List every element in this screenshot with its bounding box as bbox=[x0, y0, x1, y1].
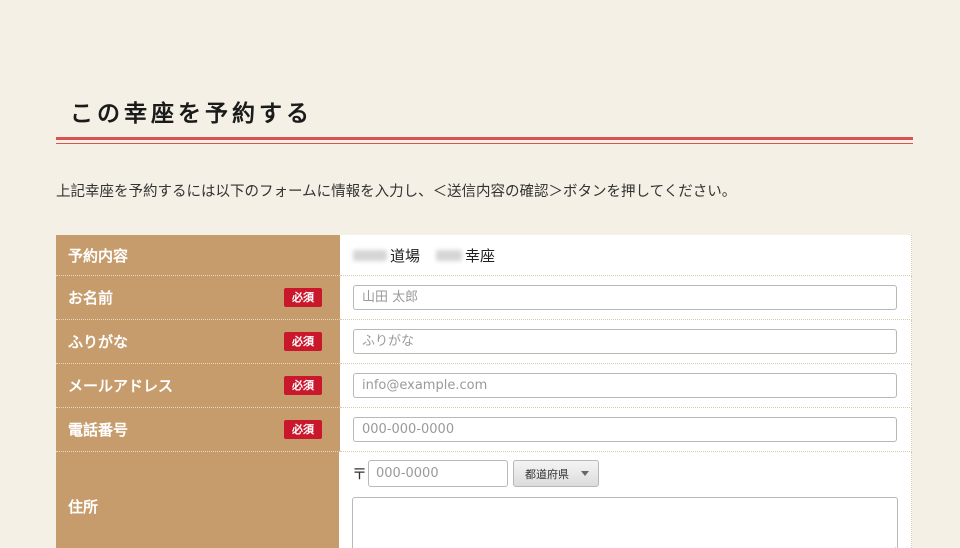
address-label-cell: 住所 bbox=[56, 452, 339, 548]
prefecture-select[interactable]: 都道府県 bbox=[513, 460, 600, 487]
redacted-course-name bbox=[436, 249, 463, 261]
furigana-label: ふりがな bbox=[68, 333, 129, 351]
furigana-value-cell bbox=[340, 320, 912, 364]
postal-line: 〒 都道府県 bbox=[352, 460, 600, 487]
email-label-cell: メールアドレス 必須 bbox=[56, 364, 340, 408]
phone-label-cell: 電話番号 必須 bbox=[56, 408, 340, 452]
furigana-input[interactable] bbox=[353, 329, 897, 354]
title-divider-thin bbox=[56, 143, 913, 144]
redacted-dojo-name bbox=[353, 249, 387, 261]
dojo-suffix: 道場 bbox=[390, 246, 421, 265]
address-textarea[interactable] bbox=[352, 497, 898, 548]
furigana-label-cell: ふりがな 必須 bbox=[56, 320, 340, 364]
postal-mark-icon: 〒 bbox=[352, 465, 368, 483]
email-value-cell bbox=[340, 364, 912, 408]
title-divider bbox=[56, 137, 913, 140]
address-value-cell: 〒 都道府県 bbox=[339, 452, 912, 548]
phone-input[interactable] bbox=[353, 417, 897, 442]
name-input[interactable] bbox=[353, 285, 897, 310]
intro-text: 上記幸座を予約するには以下のフォームに情報を入力し、＜送信内容の確認＞ボタンを押… bbox=[56, 184, 737, 200]
address-label: 住所 bbox=[68, 498, 99, 516]
form-row-reservation: 予約内容 道場 幸座 bbox=[56, 235, 912, 276]
required-badge: 必須 bbox=[284, 376, 322, 395]
form-row-address: 住所 〒 都道府県 bbox=[56, 452, 912, 548]
chevron-down-icon bbox=[581, 471, 590, 476]
reservation-label: 予約内容 bbox=[68, 246, 129, 265]
postal-code-input[interactable] bbox=[368, 460, 509, 487]
email-label: メールアドレス bbox=[68, 377, 174, 395]
course-suffix: 幸座 bbox=[465, 246, 496, 265]
form-row-name: お名前 必須 bbox=[56, 276, 912, 320]
email-input[interactable] bbox=[353, 373, 897, 398]
name-value-cell bbox=[340, 276, 912, 320]
form-row-phone: 電話番号 必須 bbox=[56, 408, 912, 452]
reservation-value: 道場 幸座 bbox=[353, 245, 495, 266]
required-badge: 必須 bbox=[284, 420, 322, 439]
phone-value-cell bbox=[340, 408, 912, 452]
required-badge: 必須 bbox=[284, 288, 322, 307]
form-row-email: メールアドレス 必須 bbox=[56, 364, 912, 408]
reservation-label-cell: 予約内容 bbox=[56, 235, 340, 276]
name-label-cell: お名前 必須 bbox=[56, 276, 340, 320]
phone-label: 電話番号 bbox=[68, 421, 129, 439]
required-badge: 必須 bbox=[284, 332, 322, 351]
form-row-furigana: ふりがな 必須 bbox=[56, 320, 912, 364]
reservation-value-cell: 道場 幸座 bbox=[340, 235, 912, 276]
name-label: お名前 bbox=[68, 289, 114, 307]
reservation-form: 予約内容 道場 幸座 お名前 必須 山田 太郎 ふりがな 必須 ふりがな メール… bbox=[56, 235, 912, 548]
page-title: この幸座を予約する bbox=[70, 100, 313, 127]
prefecture-select-value: 都道府県 bbox=[525, 467, 570, 481]
